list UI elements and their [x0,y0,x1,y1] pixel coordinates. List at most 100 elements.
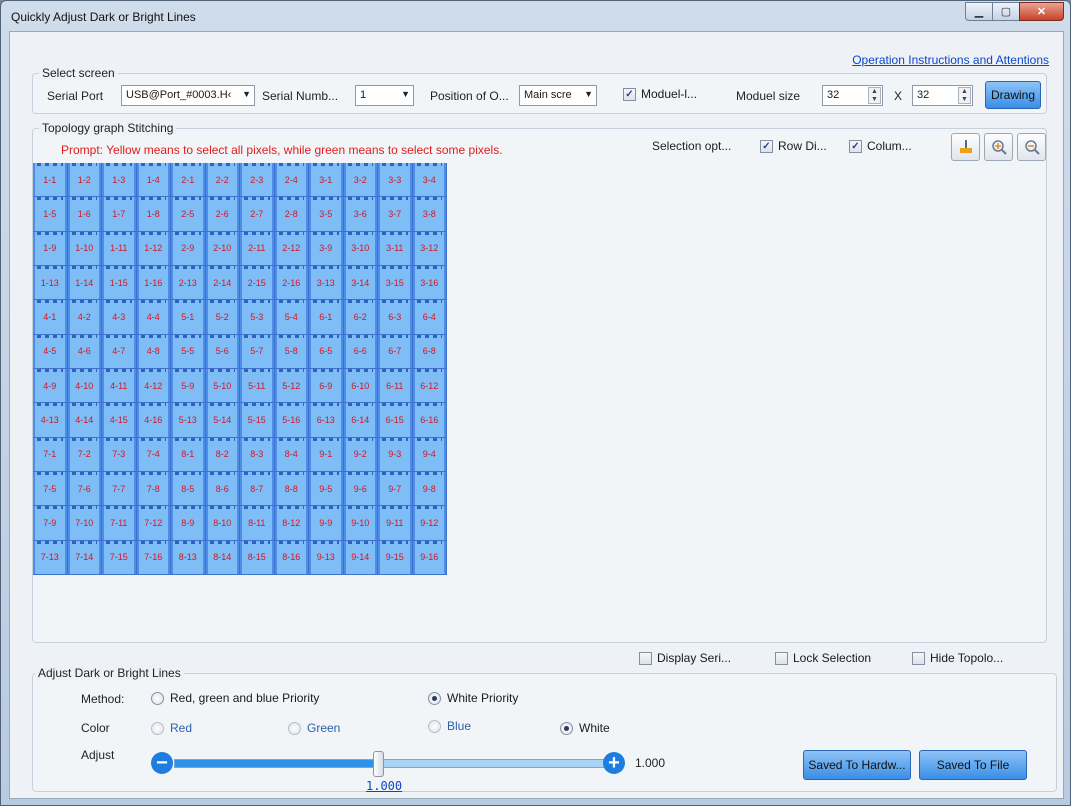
module-cell[interactable]: 5-4 [274,300,309,335]
module-cell[interactable]: 3-12 [412,231,447,266]
module-height-spinner[interactable]: 32 ▲ ▼ [912,85,973,106]
module-cell[interactable]: 7-13 [33,540,68,575]
module-cell[interactable]: 7-3 [102,437,137,472]
zoom-out-button[interactable] [1017,133,1046,161]
color-green-radio[interactable]: Green [288,721,340,735]
module-cell[interactable]: 3-4 [412,163,447,198]
module-cell[interactable]: 8-14 [205,540,240,575]
module-cell[interactable]: 1-6 [67,197,102,232]
module-width-spinner[interactable]: 32 ▲ ▼ [822,85,883,106]
module-cell[interactable]: 4-15 [102,403,137,438]
module-cell[interactable]: 1-2 [67,163,102,198]
module-cell[interactable]: 3-3 [378,163,413,198]
module-cell[interactable]: 2-12 [274,231,309,266]
module-cell[interactable]: 4-1 [33,300,68,335]
module-cell[interactable]: 4-4 [136,300,171,335]
module-cell[interactable]: 2-11 [240,231,275,266]
module-cell[interactable]: 1-7 [102,197,137,232]
module-cell[interactable]: 4-5 [33,334,68,369]
module-cell[interactable]: 3-7 [378,197,413,232]
module-cell[interactable]: 4-2 [67,300,102,335]
increase-button[interactable]: + [603,752,625,774]
module-cell[interactable]: 8-12 [274,506,309,541]
method-rgb-radio[interactable]: Red, green and blue Priority [151,691,319,705]
module-cell[interactable]: 5-1 [171,300,206,335]
module-cell[interactable]: 8-9 [171,506,206,541]
color-white-radio[interactable]: White [560,721,610,735]
position-select[interactable]: Main scre ▼ [519,85,597,106]
module-cell[interactable]: 3-2 [343,163,378,198]
module-cell[interactable]: 1-10 [67,231,102,266]
module-cell[interactable]: 5-10 [205,368,240,404]
module-cell[interactable]: 5-14 [205,403,240,438]
module-cell[interactable]: 1-9 [33,231,68,266]
module-cell[interactable]: 6-3 [378,300,413,335]
module-cell[interactable]: 9-11 [378,506,413,541]
module-cell[interactable]: 4-10 [67,368,102,404]
module-cell[interactable]: 6-4 [412,300,447,335]
module-cell[interactable]: 2-8 [274,197,309,232]
module-cell[interactable]: 8-1 [171,437,206,472]
module-cell[interactable]: 1-8 [136,197,171,232]
module-cell[interactable]: 9-1 [309,437,344,472]
method-white-radio[interactable]: White Priority [428,691,518,705]
module-cell[interactable]: 8-11 [240,506,275,541]
module-cell[interactable]: 7-16 [136,540,171,575]
serial-number-select[interactable]: 1 ▼ [355,85,414,106]
module-cell[interactable]: 2-10 [205,231,240,266]
module-cell[interactable]: 1-3 [102,163,137,198]
module-cell[interactable]: 9-10 [343,506,378,541]
maximize-button[interactable]: ▢ [992,2,1019,21]
module-cell[interactable]: 3-9 [309,231,344,266]
lock-selection-checkbox[interactable]: Lock Selection [775,651,871,665]
module-cell[interactable]: 2-1 [171,163,206,198]
module-cell[interactable]: 8-3 [240,437,275,472]
module-cell[interactable]: 2-6 [205,197,240,232]
topology-grid[interactable]: 1-1 1-2 1-3 1-4 2-1 2-2 2-3 2-4 3-1 3-2 3-3 3-4 1-5 1… [33,163,447,575]
module-cell[interactable]: 4-12 [136,368,171,404]
hide-topology-checkbox[interactable]: Hide Topolo... [912,651,1003,665]
module-cell[interactable]: 6-10 [343,368,378,404]
module-cell[interactable]: 3-8 [412,197,447,232]
module-cell[interactable]: 6-7 [378,334,413,369]
module-cell[interactable]: 9-16 [412,540,447,575]
module-cell[interactable]: 1-13 [33,265,68,301]
module-cell[interactable]: 5-12 [274,368,309,404]
decrease-button[interactable]: − [151,752,173,774]
slider-thumb[interactable] [373,751,385,777]
module-cell[interactable]: 9-6 [343,471,378,507]
module-cell[interactable]: 2-16 [274,265,309,301]
module-cell[interactable]: 4-6 [67,334,102,369]
module-cell[interactable]: 1-4 [136,163,171,198]
module-cell[interactable]: 7-15 [102,540,137,575]
module-cell[interactable]: 4-3 [102,300,137,335]
module-cell[interactable]: 4-13 [33,403,68,438]
spinner-arrows-icon[interactable]: ▲ ▼ [958,87,971,104]
module-cell[interactable]: 8-4 [274,437,309,472]
module-cell[interactable]: 5-3 [240,300,275,335]
module-cell[interactable]: 7-14 [67,540,102,575]
module-cell[interactable]: 7-2 [67,437,102,472]
module-cell[interactable]: 9-14 [343,540,378,575]
zoom-in-button[interactable] [984,133,1013,161]
module-cell[interactable]: 7-7 [102,471,137,507]
module-cell[interactable]: 3-5 [309,197,344,232]
module-cell[interactable]: 6-13 [309,403,344,438]
column-checkbox[interactable]: ✓ Colum... [849,139,912,153]
module-cell[interactable]: 1-16 [136,265,171,301]
module-cell[interactable]: 6-11 [378,368,413,404]
module-cell[interactable]: 2-3 [240,163,275,198]
module-cell[interactable]: 3-14 [343,265,378,301]
module-cell[interactable]: 6-6 [343,334,378,369]
module-cell[interactable]: 5-5 [171,334,206,369]
module-cell[interactable]: 8-6 [205,471,240,507]
module-cell[interactable]: 3-6 [343,197,378,232]
module-cell[interactable]: 7-9 [33,506,68,541]
module-cell[interactable]: 7-12 [136,506,171,541]
module-cell[interactable]: 3-10 [343,231,378,266]
serial-port-select[interactable]: USB@Port_#0003.H‹ ▼ [121,85,255,106]
module-cell[interactable]: 9-3 [378,437,413,472]
module-cell[interactable]: 8-7 [240,471,275,507]
module-cell[interactable]: 6-2 [343,300,378,335]
module-cell[interactable]: 5-11 [240,368,275,404]
